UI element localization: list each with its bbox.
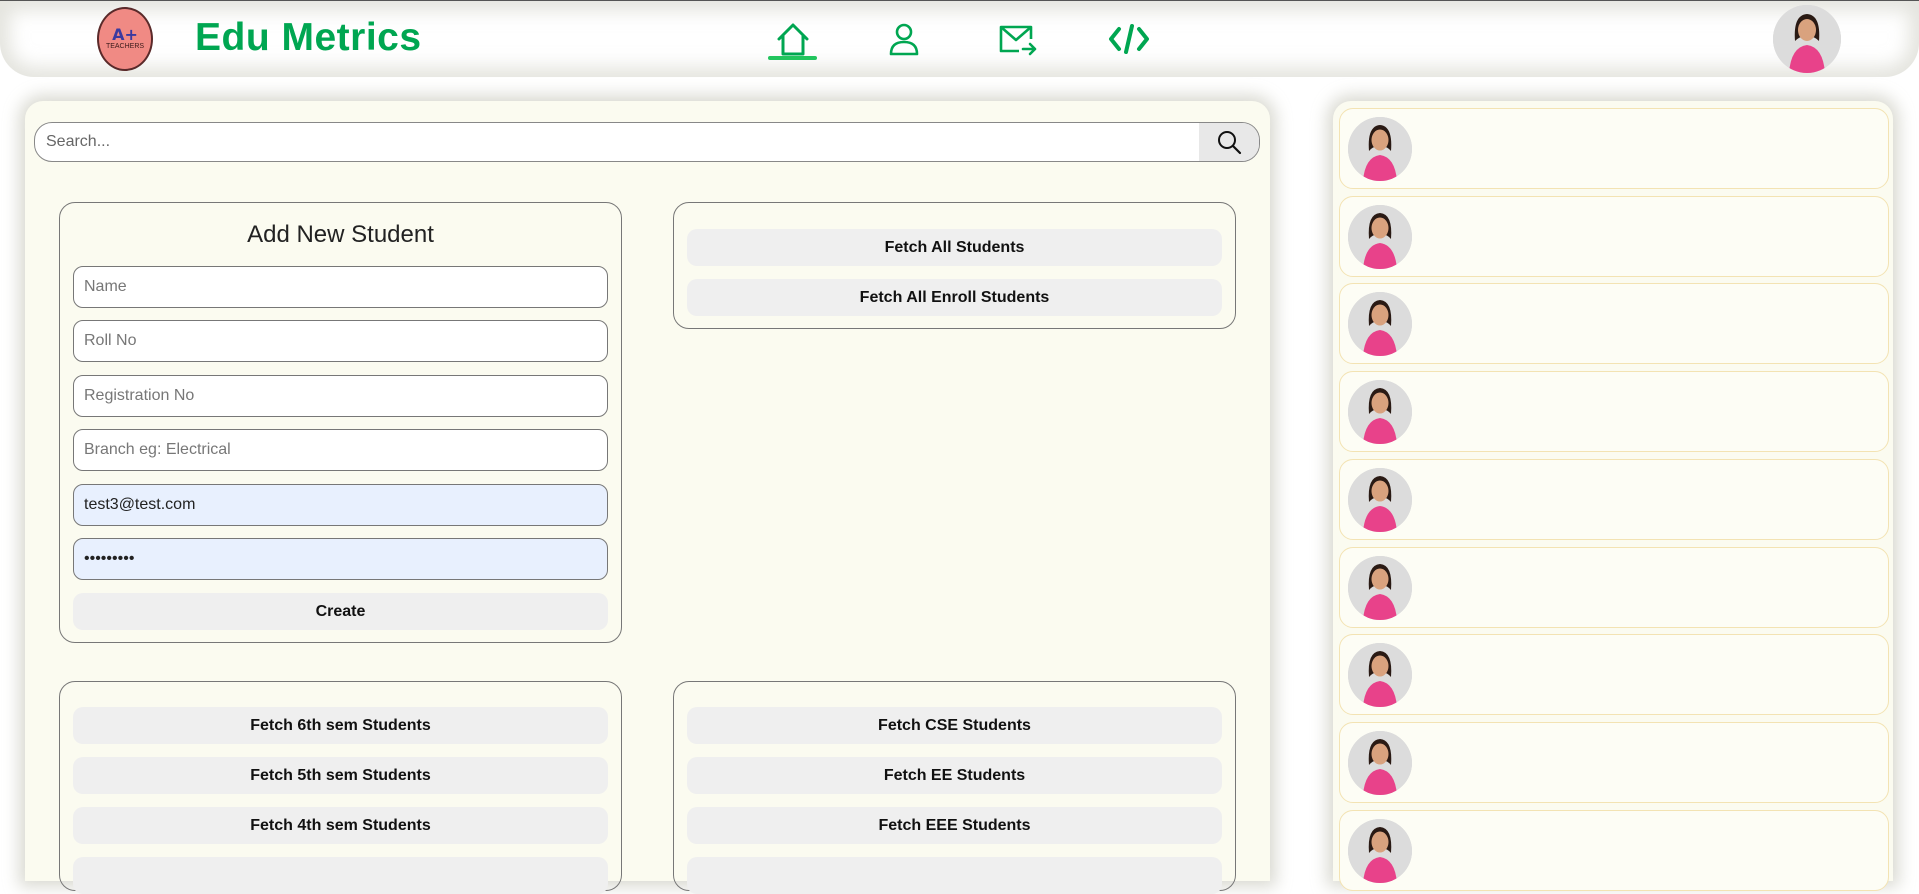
- student-card[interactable]: [1339, 809, 1889, 891]
- email-field[interactable]: [73, 484, 608, 526]
- semester-filter-card: Fetch 6th sem Students Fetch 5th sem Stu…: [59, 681, 622, 894]
- fetch-more-button[interactable]: [73, 857, 608, 894]
- student-card[interactable]: [1339, 108, 1889, 189]
- student-avatar: [1348, 292, 1412, 357]
- fetch-ee-button[interactable]: Fetch EE Students: [687, 757, 1222, 794]
- fetch-6th-sem-button[interactable]: Fetch 6th sem Students: [73, 707, 608, 744]
- student-card[interactable]: [1339, 371, 1889, 453]
- top-navbar: A+ TEACHERS Edu Metrics: [0, 0, 1919, 77]
- search-icon: [1218, 131, 1242, 155]
- student-avatar: [1348, 730, 1412, 795]
- mail-send-icon[interactable]: [995, 17, 1039, 61]
- app-logo[interactable]: A+ TEACHERS: [97, 7, 153, 71]
- student-avatar: [1348, 818, 1412, 883]
- student-card[interactable]: [1339, 546, 1889, 628]
- branch-field[interactable]: [73, 429, 608, 471]
- student-avatar: [1348, 117, 1412, 181]
- roll-no-field[interactable]: [73, 320, 608, 362]
- fetch-all-card: Fetch All Students Fetch All Enroll Stud…: [673, 202, 1236, 329]
- student-avatar: [1348, 380, 1412, 445]
- fetch-cse-button[interactable]: Fetch CSE Students: [687, 707, 1222, 744]
- branch-filter-card: Fetch CSE Students Fetch EE Students Fet…: [673, 681, 1236, 894]
- name-field[interactable]: [73, 266, 608, 308]
- create-button[interactable]: Create: [73, 593, 608, 630]
- student-avatar: [1348, 555, 1412, 620]
- registration-no-field[interactable]: [73, 375, 608, 417]
- search-button[interactable]: [1199, 123, 1259, 161]
- student-avatar: [1348, 643, 1412, 708]
- student-card[interactable]: [1339, 721, 1889, 803]
- fetch-eee-button[interactable]: Fetch EEE Students: [687, 807, 1222, 844]
- add-student-card: Add New Student Create: [59, 202, 622, 643]
- user-icon[interactable]: [882, 17, 926, 61]
- student-avatar: [1348, 204, 1412, 269]
- fetch-all-students-button[interactable]: Fetch All Students: [687, 229, 1222, 266]
- active-nav-indicator: [768, 56, 817, 60]
- fetch-4th-sem-button[interactable]: Fetch 4th sem Students: [73, 807, 608, 844]
- logo-subtext: TEACHERS: [105, 43, 145, 50]
- student-card[interactable]: [1339, 458, 1889, 540]
- code-icon[interactable]: [1107, 17, 1151, 61]
- student-card[interactable]: [1339, 195, 1889, 277]
- home-icon[interactable]: [771, 17, 815, 61]
- fetch-5th-sem-button[interactable]: Fetch 5th sem Students: [73, 757, 608, 794]
- fetch-more-branch-button[interactable]: [687, 857, 1222, 894]
- app-title: Edu Metrics: [195, 16, 422, 59]
- password-field[interactable]: [73, 538, 608, 580]
- search-input[interactable]: [35, 123, 1201, 161]
- student-avatar: [1348, 467, 1412, 532]
- search-bar: [34, 122, 1260, 162]
- add-student-title: Add New Student: [247, 221, 434, 248]
- fetch-all-enroll-students-button[interactable]: Fetch All Enroll Students: [687, 279, 1222, 316]
- student-card[interactable]: [1339, 283, 1889, 365]
- profile-avatar[interactable]: [1773, 5, 1841, 73]
- student-card[interactable]: [1339, 634, 1889, 716]
- logo-text: A+: [112, 25, 138, 44]
